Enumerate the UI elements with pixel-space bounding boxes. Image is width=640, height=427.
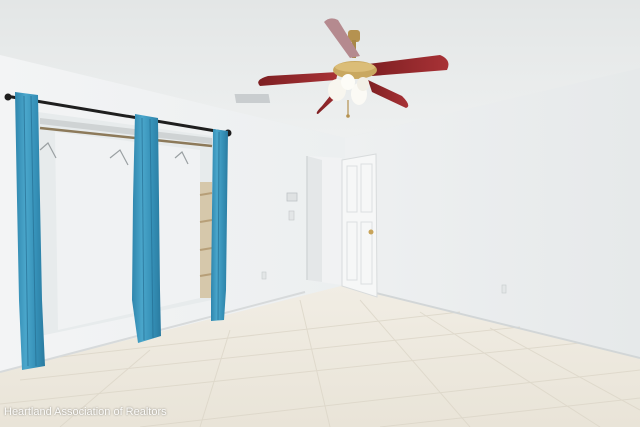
- closet-side-shelves: [199, 182, 213, 298]
- doorway-inner-wall: [307, 156, 322, 282]
- room-illustration: [0, 0, 640, 427]
- wall-outlet-left: [261, 271, 267, 280]
- curtain-right: [211, 129, 228, 321]
- wall-outlet-right: [501, 284, 507, 294]
- light-switch: [288, 210, 295, 221]
- ceiling-vent: [234, 94, 271, 103]
- closet-back-wall: [55, 132, 200, 330]
- photo-watermark: Heartland Association of Realtors: [4, 406, 167, 418]
- curtain-rod-end-left: [4, 93, 12, 101]
- room-photo: Heartland Association of Realtors: [0, 0, 640, 427]
- curtain-middle: [132, 114, 161, 343]
- thermostat: [286, 192, 298, 202]
- door-knob: [368, 229, 374, 235]
